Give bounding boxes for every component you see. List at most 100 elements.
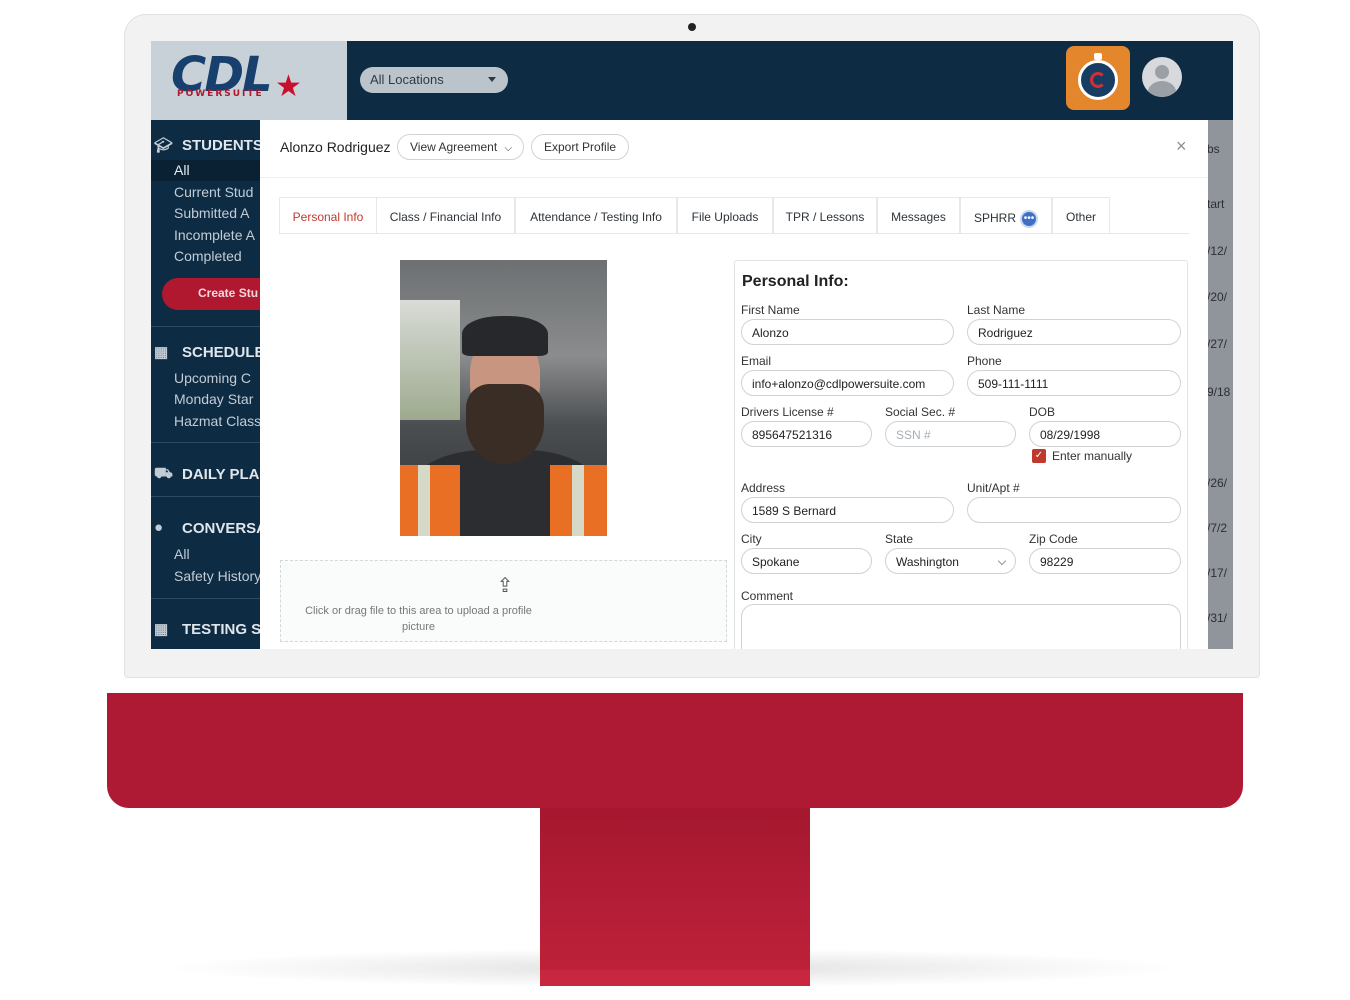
- location-select[interactable]: All Locations: [360, 67, 508, 93]
- timer-button[interactable]: [1066, 46, 1130, 110]
- sidebar-section-daily[interactable]: ⛟ DAILY PLA: [151, 461, 260, 489]
- dob-field[interactable]: 08/29/1998: [1029, 421, 1181, 447]
- state-select[interactable]: Washington: [885, 548, 1016, 574]
- monitor-stand-foot: [540, 970, 810, 986]
- peek-date: /31/: [1207, 611, 1228, 625]
- ssn-field[interactable]: SSN #: [885, 421, 1016, 447]
- peek-date: /7/2: [1207, 521, 1228, 535]
- logo-subtitle: POWERSUITE: [177, 89, 264, 99]
- divider: [151, 326, 260, 327]
- tab-tpr-lessons[interactable]: TPR / Lessons: [773, 197, 877, 234]
- peek-tabs-label: bs: [1207, 142, 1220, 156]
- email-field[interactable]: info+alonzo@cdlpowersuite.com: [741, 370, 954, 396]
- sidebar: 🎓︎ STUDENTS All Current Stud Submitted A…: [151, 120, 260, 649]
- tab-class-financial[interactable]: Class / Financial Info: [376, 197, 515, 234]
- peek-column-header: tart: [1207, 197, 1225, 211]
- create-student-button[interactable]: Create Stu: [162, 278, 260, 310]
- address-field[interactable]: 1589 S Bernard: [741, 497, 954, 523]
- section-title: TESTING S: [182, 621, 260, 638]
- profile-picture-dropzone[interactable]: ⇪ Click or drag file to this area to upl…: [280, 560, 727, 642]
- sidebar-item-current-students[interactable]: Current Stud: [174, 184, 253, 200]
- peek-date: /20/: [1207, 290, 1228, 304]
- camera: [688, 23, 696, 31]
- star-icon: ★: [275, 70, 302, 103]
- enter-manually-label: Enter manually: [1052, 449, 1133, 463]
- sidebar-section-students[interactable]: 🎓︎ STUDENTS: [151, 132, 260, 160]
- tab-messages[interactable]: Messages: [877, 197, 960, 234]
- user-avatar[interactable]: [1142, 57, 1182, 97]
- drivers-license-field[interactable]: 895647521316: [741, 421, 872, 447]
- unit-field[interactable]: [967, 497, 1181, 523]
- first-name-label: First Name: [741, 303, 800, 317]
- section-title: STUDENTS: [182, 137, 260, 154]
- peek-date: /27/: [1207, 337, 1228, 351]
- stopwatch-icon: [1078, 60, 1118, 100]
- comment-textarea[interactable]: [741, 604, 1181, 649]
- section-title: CONVERSA: [182, 520, 260, 537]
- sidebar-item-monday-start[interactable]: Monday Star: [174, 391, 253, 407]
- chevron-down-icon: [997, 556, 1007, 566]
- photo-reflective-stripe: [418, 465, 430, 536]
- enter-manually-checkbox[interactable]: ✓: [1032, 449, 1046, 463]
- chevron-down-icon: [488, 77, 496, 82]
- section-title: SCHEDULE: [182, 344, 260, 361]
- first-name-field[interactable]: Alonzo: [741, 319, 954, 345]
- sidebar-item-incomplete[interactable]: Incomplete A: [174, 227, 255, 243]
- comment-label: Comment: [741, 589, 794, 603]
- sidebar-item-completed[interactable]: Completed: [174, 248, 242, 264]
- profile-photo: [400, 260, 607, 536]
- sidebar-section-conversations[interactable]: ● CONVERSA: [151, 515, 260, 543]
- zip-field[interactable]: 98229: [1029, 548, 1181, 574]
- view-agreement-label: View Agreement: [410, 140, 498, 154]
- peek-date: 9/18: [1207, 385, 1231, 399]
- personal-info-card: Personal Info: First Name Alonzo Last Na…: [734, 260, 1188, 649]
- photo-beard: [466, 384, 544, 464]
- dob-label: DOB: [1029, 405, 1056, 419]
- sidebar-item-all-students[interactable]: All: [174, 162, 190, 178]
- header-divider: [260, 177, 1208, 178]
- sidebar-section-testing[interactable]: ▦ TESTING S: [151, 616, 260, 644]
- peek-date: /12/: [1207, 244, 1228, 258]
- photo-vest-left: [400, 465, 460, 536]
- zip-label: Zip Code: [1029, 532, 1078, 546]
- sidebar-item-upcoming[interactable]: Upcoming C: [174, 370, 251, 386]
- tab-file-uploads[interactable]: File Uploads: [677, 197, 773, 234]
- location-select-value: All Locations: [370, 72, 444, 87]
- divider: [151, 598, 260, 599]
- view-agreement-button[interactable]: View Agreement ⌵: [397, 134, 524, 160]
- chevron-down-icon: ⌵: [504, 143, 513, 154]
- divider: [151, 442, 260, 443]
- section-title: DAILY PLA: [182, 466, 260, 483]
- photo-cap: [462, 316, 548, 356]
- close-icon[interactable]: ×: [1176, 136, 1187, 157]
- unit-label: Unit/Apt #: [967, 481, 1020, 495]
- sidebar-item-all-conversations[interactable]: All: [174, 546, 190, 562]
- chat-bubbles-icon: ●: [154, 519, 164, 536]
- tab-personal-info[interactable]: Personal Info: [279, 197, 377, 234]
- logo[interactable]: CDL ★ POWERSUITE: [151, 41, 347, 120]
- last-name-field[interactable]: Rodriguez: [967, 319, 1181, 345]
- city-label: City: [741, 532, 762, 546]
- tab-sphrr[interactable]: SPHRR •••: [960, 197, 1052, 234]
- sidebar-item-safety-history[interactable]: Safety History: [174, 568, 260, 584]
- more-icon: •••: [1020, 210, 1038, 228]
- upload-instructions: Click or drag file to this area to uploa…: [305, 605, 532, 633]
- export-profile-button[interactable]: Export Profile: [531, 134, 629, 160]
- top-bar: All Locations: [347, 41, 1233, 120]
- divider: [151, 496, 260, 497]
- sidebar-item-hazmat[interactable]: Hazmat Class: [174, 413, 260, 429]
- peek-date: /17/: [1207, 566, 1228, 580]
- state-label: State: [885, 532, 914, 546]
- city-field[interactable]: Spokane: [741, 548, 872, 574]
- calendar-icon: ▦: [154, 344, 169, 361]
- sidebar-item-submitted[interactable]: Submitted A: [174, 205, 250, 221]
- student-name: Alonzo Rodriguez: [280, 139, 391, 155]
- phone-field[interactable]: 509-111-1111: [967, 370, 1181, 396]
- tab-sphrr-label: SPHRR: [973, 211, 1016, 226]
- student-profile-modal: Alonzo Rodriguez View Agreement ⌵ Export…: [260, 120, 1208, 649]
- sidebar-section-schedule[interactable]: ▦ SCHEDULE: [151, 339, 260, 367]
- tab-other[interactable]: Other: [1052, 197, 1110, 234]
- ssn-label: Social Sec. #: [885, 405, 956, 419]
- tab-attendance-testing[interactable]: Attendance / Testing Info: [515, 197, 677, 234]
- address-label: Address: [741, 481, 786, 495]
